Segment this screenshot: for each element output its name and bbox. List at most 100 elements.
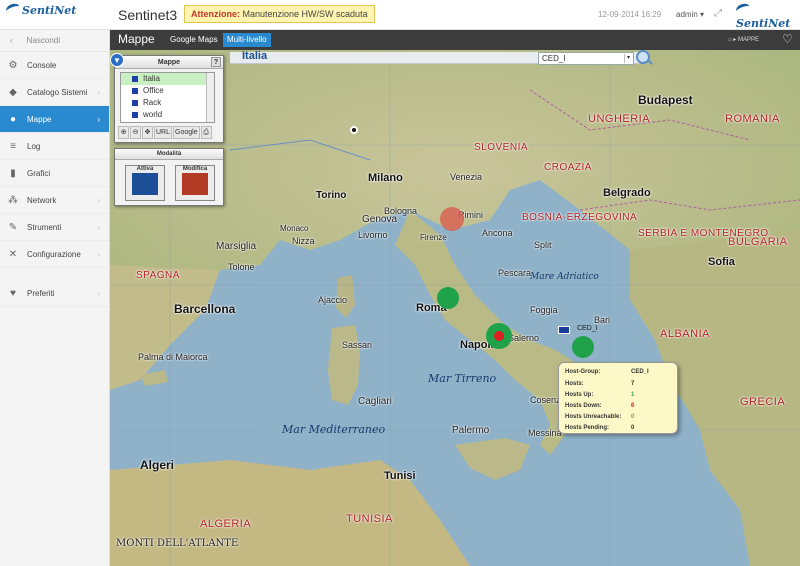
maps-panel: ▼ Mappe ? Italia Office Rack world ⊕ ⊖ ✥…	[110, 53, 224, 143]
maps-panel-tools: ⊕ ⊖ ✥ URL Google ⎙	[118, 126, 212, 140]
google-button[interactable]: Google	[173, 126, 200, 139]
tooltip-label: Hosts Unreachable:	[565, 414, 622, 420]
tooltip-value: 1	[631, 392, 635, 398]
tooltip-label: Hosts:	[565, 381, 584, 387]
pan-icon[interactable]: ✥	[142, 126, 153, 139]
tooltip-value: 0	[631, 425, 635, 431]
tools-icon	[182, 173, 208, 195]
sidebar-item-strumenti[interactable]: ✎ Strumenti ›	[0, 214, 109, 241]
map-label: Mar Tirreno	[428, 372, 497, 385]
map-label: Marsiglia	[216, 241, 257, 252]
sidebar-hide-toggle[interactable]: ‹ Nascondi	[0, 30, 109, 52]
map-label: Sassari	[342, 340, 373, 350]
page-title: Mappe	[118, 32, 155, 46]
chevron-left-icon: ‹	[10, 36, 13, 45]
activate-button[interactable]: Attiva	[125, 165, 165, 201]
map-label: Tolone	[228, 262, 255, 272]
favorite-icon[interactable]: ♡	[782, 32, 793, 46]
map-label: Firenze	[420, 233, 447, 242]
sidebar-item-mappe[interactable]: ● Mappe ›	[0, 106, 109, 133]
pin-marker[interactable]	[350, 126, 358, 134]
status-marker-napoli[interactable]	[486, 323, 512, 349]
map-label: Cagliari	[358, 396, 392, 407]
map-label: Monaco	[280, 224, 309, 233]
map-label: Tunisi	[384, 470, 416, 482]
map-label: Foggia	[530, 305, 558, 315]
heart-icon: ♥	[10, 288, 16, 299]
sidebar-item-log[interactable]: ≡ Log	[0, 133, 109, 160]
list-item[interactable]: Italia	[121, 73, 214, 85]
status-marker-roma[interactable]	[437, 287, 459, 309]
map-label: BULGARIA	[728, 236, 788, 248]
map-label: Palma di Maiorca	[138, 352, 208, 362]
map-label: Algeri	[140, 458, 175, 472]
map-label: Budapest	[638, 93, 693, 107]
map-label: ALGERIA	[200, 518, 252, 530]
print-icon[interactable]: ⎙	[200, 126, 212, 139]
brand-logo-right: SentiNet	[734, 1, 800, 30]
status-down-dot	[494, 331, 504, 341]
map-canvas[interactable]: Budapest UNGHERIA ROMANIA SLOVENIA CROAZIA Be…	[110, 50, 800, 566]
map-label: Barcellona	[174, 302, 236, 316]
hostgroup-select[interactable]: CED_I ▾	[538, 52, 634, 65]
app-logo[interactable]: SentiNet	[4, 1, 76, 17]
zoom-in-icon[interactable]: ⊕	[118, 126, 129, 139]
map-label: Ancona	[482, 228, 513, 238]
modality-panel: Modalità Attiva Modifica	[114, 148, 224, 206]
map-label: Messina	[528, 428, 562, 438]
sidebar-item-preferiti[interactable]: ♥ Preferiti ›	[0, 280, 109, 307]
tab-google-maps[interactable]: Google Maps	[166, 33, 222, 47]
top-header: SentiNet Sentinet3 Attenzione: Manutenzi…	[0, 0, 800, 30]
node-label: CED_I	[577, 325, 598, 332]
wrench-icon: ✎	[8, 222, 18, 233]
sidebar-item-network[interactable]: ⁂ Network ›	[0, 187, 109, 214]
chevron-right-icon: ›	[97, 115, 100, 124]
sidebar-item-configurazione[interactable]: ✕ Configurazione ›	[0, 241, 109, 268]
scrollbar[interactable]	[206, 73, 214, 122]
zoom-out-icon[interactable]: ⊖	[130, 126, 141, 139]
map-label: CROAZIA	[544, 162, 592, 173]
tools-icon: ✕	[8, 249, 18, 260]
map-label: Palermo	[452, 425, 490, 436]
tab-multi-livello[interactable]: Multi-livello	[223, 33, 271, 47]
map-label: MONTI DELL'ATLANTE	[116, 538, 239, 549]
globe-icon: ●	[9, 114, 17, 125]
list-item[interactable]: Rack	[121, 97, 214, 109]
sidebar-item-grafici[interactable]: ▮ Grafici	[0, 160, 109, 187]
map-label: Ajaccio	[318, 295, 348, 305]
url-button[interactable]: URL	[154, 126, 173, 139]
list-item[interactable]: world	[121, 109, 214, 121]
chevron-right-icon: ›	[97, 196, 100, 205]
map-label: Bari	[594, 315, 611, 325]
status-marker-bari[interactable]	[572, 336, 594, 358]
map-label: Bologna	[384, 206, 418, 216]
map-label: Mar Mediterraneo	[282, 423, 386, 436]
sidebar-item-console[interactable]: ⚙ Console	[0, 52, 109, 79]
edit-button[interactable]: Modifica	[175, 165, 215, 201]
map-label: Nizza	[292, 236, 315, 246]
content-header: Mappe Google Maps Multi-livello ⌂ ▸ MAPP…	[110, 30, 800, 50]
chevron-right-icon: ›	[97, 223, 100, 232]
maps-list[interactable]: Italia Office Rack world	[120, 72, 215, 123]
maps-panel-header: ▼ Mappe ?	[110, 53, 223, 69]
datetime: 12-09-2014 16:29	[598, 10, 662, 19]
map-name: Italia	[242, 50, 268, 62]
map-label: Mare Adriatico	[530, 272, 599, 282]
server-node-icon[interactable]	[558, 326, 570, 334]
list-item[interactable]: Office	[121, 85, 214, 97]
breadcrumb[interactable]: ⌂ ▸ MAPPE	[728, 36, 759, 43]
map-label: Belgrado	[603, 187, 651, 199]
status-marker-rimini[interactable]	[440, 207, 464, 231]
sidebar-item-catalogo[interactable]: ◆ Catalogo Sistemi ›	[0, 79, 109, 106]
console-icon: ⚙	[8, 60, 18, 71]
map-label: ALBANIA	[660, 328, 710, 340]
search-icon[interactable]	[636, 50, 650, 64]
map-label: BOSNIA-ERZEGOVINA	[522, 212, 638, 223]
fullscreen-icon[interactable]: ⤢	[714, 9, 724, 19]
help-icon[interactable]: ?	[211, 57, 221, 67]
tooltip-value: CED_I	[631, 369, 649, 375]
map-label: TUNISIA	[346, 513, 393, 525]
map-label: Pescara	[498, 268, 532, 278]
user-menu[interactable]: admin ▾	[676, 10, 704, 19]
maintenance-alert[interactable]: Attenzione: Manutenzione HW/SW scaduta	[184, 5, 375, 23]
